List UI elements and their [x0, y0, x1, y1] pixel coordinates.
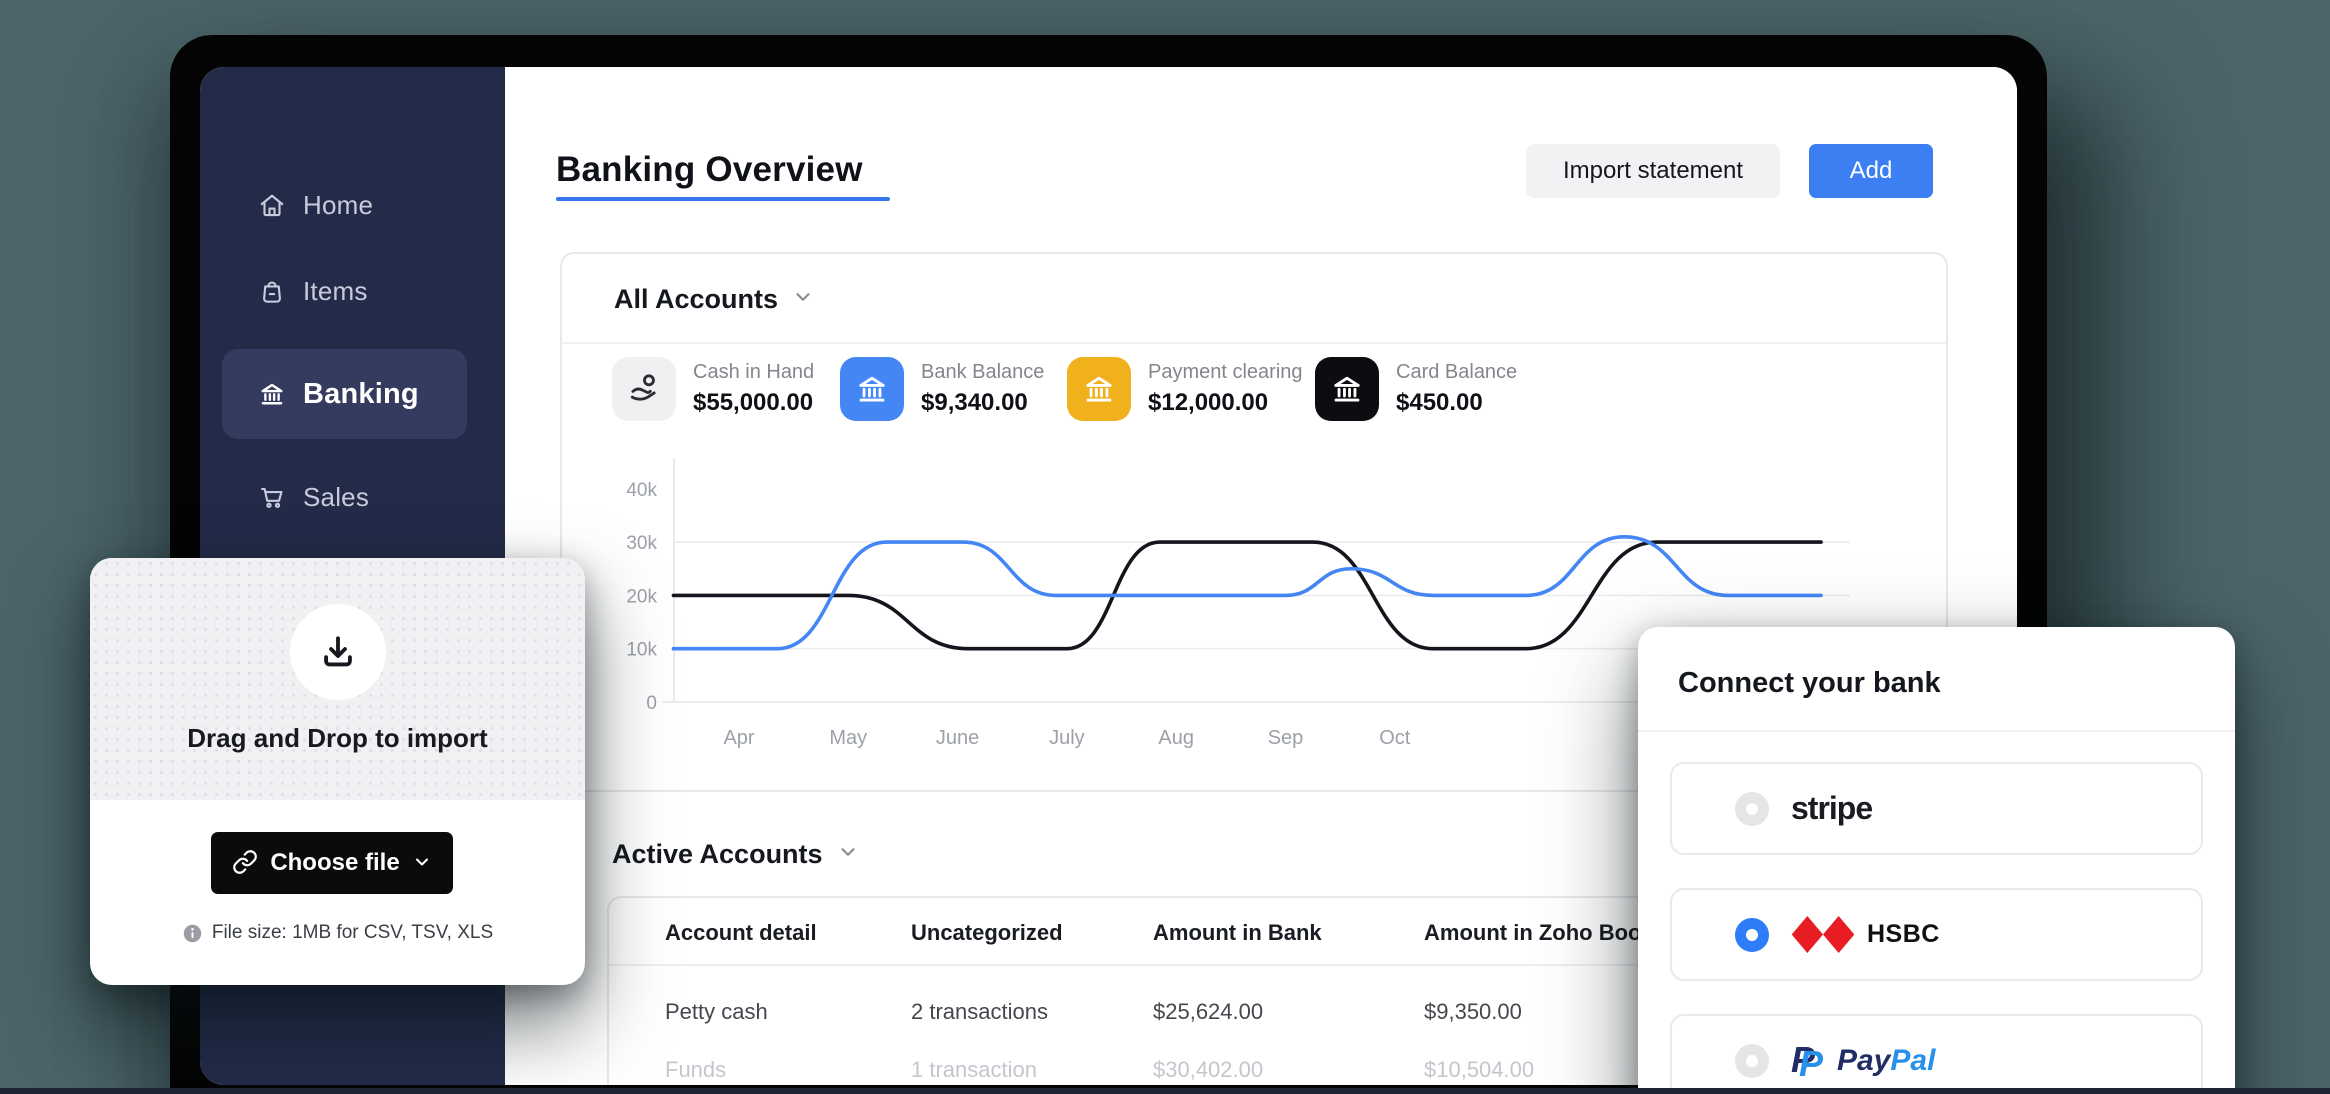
hsbc-logo: [1791, 916, 1855, 953]
download-icon: [290, 604, 386, 700]
table-cell: 2 transactions: [911, 999, 1048, 1025]
sidebar-item-label: Banking: [303, 378, 419, 411]
drag-drop-label: Drag and Drop to import: [90, 723, 585, 754]
table-header-2: Uncategorized: [911, 920, 1063, 946]
stat-value: $9,340.00: [921, 389, 1044, 417]
svg-text:Aug: Aug: [1158, 727, 1194, 749]
bank-icon: [257, 379, 287, 409]
file-hint: File size: 1MB for CSV, TSV, XLS: [90, 922, 585, 944]
stat-label: Cash in Hand: [693, 361, 814, 384]
bank-icon: [1315, 357, 1379, 421]
svg-text:July: July: [1049, 727, 1085, 749]
bag-icon: [257, 276, 287, 306]
title-underline: [556, 197, 890, 201]
stat-label: Card Balance: [1396, 361, 1517, 384]
svg-text:20k: 20k: [626, 586, 657, 607]
home-icon: [257, 190, 287, 220]
svg-text:Apr: Apr: [723, 727, 754, 749]
all-accounts-label: All Accounts: [614, 284, 778, 315]
table-cell: $10,504.00: [1424, 1057, 1534, 1083]
chevron-down-icon: [412, 852, 432, 875]
svg-text:40k: 40k: [626, 480, 657, 501]
sidebar-item-label: Items: [303, 276, 368, 307]
connect-bank-card: Connect your bank stripe HSBC PP PayPal: [1638, 627, 2235, 1094]
table-header-3: Amount in Bank: [1153, 920, 1322, 946]
all-accounts-dropdown[interactable]: All Accounts: [614, 284, 814, 315]
drag-drop-zone[interactable]: Drag and Drop to import: [90, 558, 585, 800]
table-header-4: Amount in Zoho Books: [1424, 920, 1666, 946]
paypal-logo: PP: [1791, 1039, 1827, 1083]
sidebar-item-label: Sales: [303, 482, 369, 513]
table-header-1: Account detail: [665, 920, 817, 946]
import-statement-card: Drag and Drop to import Choose file File…: [90, 558, 585, 985]
bank-icon: [1067, 357, 1131, 421]
hsbc-wordmark: HSBC: [1867, 920, 1940, 949]
bank-option-paypal[interactable]: PP PayPal: [1670, 1014, 2203, 1094]
svg-text:0: 0: [646, 693, 657, 714]
stat-value: $450.00: [1396, 389, 1517, 417]
paypal-wordmark: PayPal: [1837, 1044, 1935, 1078]
table-cell: $25,624.00: [1153, 999, 1263, 1025]
stat-label: Bank Balance: [921, 361, 1044, 384]
sidebar-item-home[interactable]: Home: [200, 177, 505, 233]
bank-option-hsbc[interactable]: HSBC: [1670, 888, 2203, 981]
connect-bank-title: Connect your bank: [1678, 667, 1941, 700]
hand-coin-icon: [612, 357, 676, 421]
link-icon: [232, 849, 258, 878]
choose-file-button[interactable]: Choose file: [211, 832, 453, 894]
table-cell: Funds: [665, 1057, 726, 1083]
bottom-edge-strip: [0, 1088, 2330, 1094]
table-cell: $30,402.00: [1153, 1057, 1263, 1083]
svg-text:30k: 30k: [626, 533, 657, 554]
cart-icon: [257, 482, 287, 512]
divider: [1638, 730, 2235, 732]
divider: [562, 342, 1946, 344]
page-title: Banking Overview: [556, 150, 863, 190]
sidebar-item-banking[interactable]: Banking: [222, 349, 467, 439]
stat-value: $55,000.00: [693, 389, 814, 417]
stat-label: Payment clearing: [1148, 361, 1303, 384]
stat-bank-balance: Bank Balance $9,340.00: [840, 357, 1044, 421]
table-cell: 1 transaction: [911, 1057, 1037, 1083]
stat-value: $12,000.00: [1148, 389, 1303, 417]
radio-paypal[interactable]: [1735, 1044, 1769, 1078]
sidebar-item-label: Home: [303, 190, 373, 221]
svg-text:June: June: [936, 727, 979, 749]
svg-text:Sep: Sep: [1268, 727, 1304, 749]
active-accounts-dropdown[interactable]: Active Accounts: [612, 839, 859, 870]
svg-text:May: May: [829, 727, 867, 749]
stripe-logo: stripe: [1791, 790, 1872, 827]
bank-option-stripe[interactable]: stripe: [1670, 762, 2203, 855]
chevron-down-icon: [792, 286, 814, 313]
svg-text:10k: 10k: [626, 640, 657, 661]
bank-icon: [840, 357, 904, 421]
active-accounts-label: Active Accounts: [612, 839, 823, 870]
marketing-backdrop: Home Items Banking Sales Banking Overview I…: [0, 0, 2330, 1094]
stat-payment-clearing: Payment clearing $12,000.00: [1067, 357, 1303, 421]
choose-file-label: Choose file: [270, 849, 399, 877]
file-hint-text: File size: 1MB for CSV, TSV, XLS: [212, 922, 493, 944]
radio-hsbc[interactable]: [1735, 918, 1769, 952]
chevron-down-icon: [837, 841, 859, 868]
svg-text:Oct: Oct: [1379, 727, 1411, 749]
table-cell: Petty cash: [665, 999, 768, 1025]
radio-stripe[interactable]: [1735, 792, 1769, 826]
sidebar-item-items[interactable]: Items: [200, 263, 505, 319]
table-cell: $9,350.00: [1424, 999, 1522, 1025]
info-icon: [182, 923, 203, 944]
import-statement-button[interactable]: Import statement: [1526, 144, 1780, 198]
stat-cash-in-hand: Cash in Hand $55,000.00: [612, 357, 814, 421]
add-button[interactable]: Add: [1809, 144, 1933, 198]
sidebar-item-sales[interactable]: Sales: [200, 469, 505, 525]
stat-card-balance: Card Balance $450.00: [1315, 357, 1517, 421]
